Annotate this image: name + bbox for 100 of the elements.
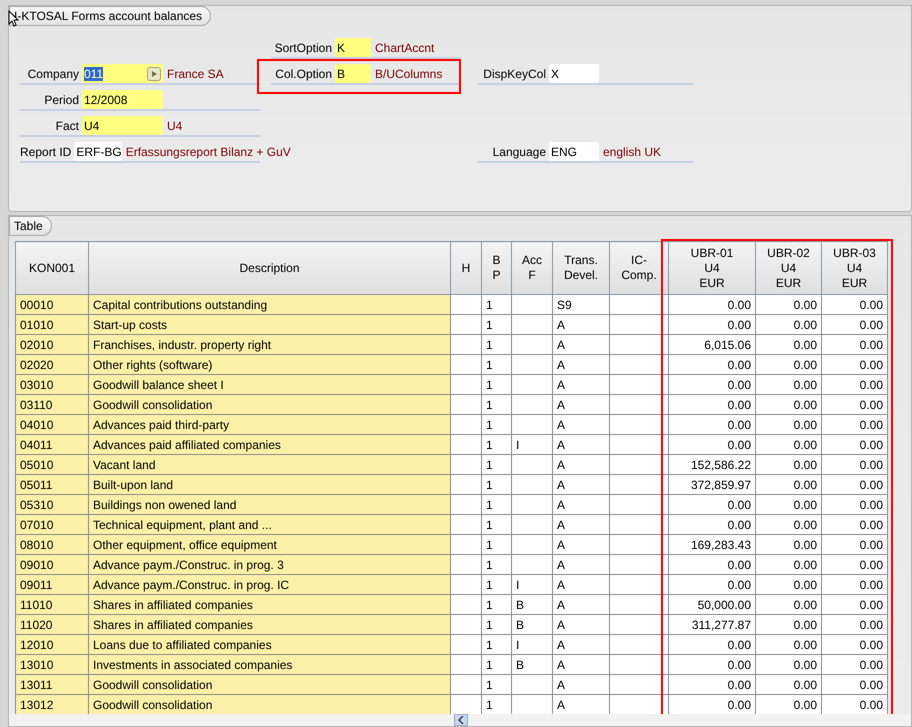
table-cell — [512, 314, 552, 334]
column-header[interactable]: IC- Comp. — [610, 242, 668, 294]
table-cell: 0.00 — [668, 374, 756, 394]
field-label: Language — [492, 145, 547, 161]
input-field[interactable]: ERF-BG — [74, 142, 122, 161]
table-cell — [512, 374, 552, 394]
table-cell — [610, 514, 668, 534]
input-field[interactable]: 12/2008 — [82, 90, 163, 109]
table-cell: A — [552, 614, 610, 634]
table-cell: Advances paid affiliated companies — [88, 434, 450, 454]
table-cell: 1 — [482, 394, 512, 414]
input-field[interactable]: ENG — [549, 142, 599, 161]
column-header[interactable]: KON001 — [16, 242, 88, 294]
table-tab[interactable]: Table — [9, 216, 52, 236]
column-header[interactable]: UBR-01 U4 EUR — [668, 242, 756, 294]
table-cell: Other equipment, office equipment — [88, 534, 450, 554]
table-cell: A — [552, 674, 610, 694]
field-description: U4 — [166, 119, 182, 135]
table-cell: 0.00 — [668, 494, 756, 514]
table-cell: 04010 — [16, 414, 88, 434]
table-cell: 1 — [482, 314, 512, 334]
table-cell: 1 — [482, 534, 512, 554]
table-cell — [610, 294, 668, 314]
table-cell: 0.00 — [822, 354, 888, 374]
table-cell: 1 — [482, 674, 512, 694]
table-cell — [450, 314, 482, 334]
table-cell: 0.00 — [822, 314, 888, 334]
table-cell — [512, 354, 552, 374]
table-cell — [450, 394, 482, 414]
table-cell — [610, 674, 668, 694]
table-cell: 0.00 — [756, 434, 822, 454]
column-header[interactable]: H — [450, 242, 482, 294]
table-cell: 0.00 — [668, 674, 756, 694]
table-cell — [512, 514, 552, 534]
table-cell: 0.00 — [756, 574, 822, 594]
table-cell: Shares in affiliated companies — [88, 614, 450, 634]
table-cell: Loans due to affiliated companies — [88, 634, 450, 654]
play-icon — [150, 70, 158, 78]
column-header[interactable]: B P — [482, 242, 512, 294]
table-cell: 1 — [482, 474, 512, 494]
input-field[interactable]: 011 — [82, 64, 163, 83]
table-cell — [450, 334, 482, 354]
table-cell: Other rights (software) — [88, 354, 450, 374]
column-header[interactable]: UBR-02 U4 EUR — [756, 242, 822, 294]
table-cell: 0.00 — [756, 614, 822, 634]
table-cell: 0.00 — [822, 694, 888, 714]
table-cell: B — [512, 594, 552, 614]
column-header[interactable]: Trans. Devel. — [552, 242, 610, 294]
table-cell: 372,859.97 — [668, 474, 756, 494]
input-field[interactable]: B — [335, 64, 371, 83]
table-cell: 0.00 — [756, 374, 822, 394]
scroll-left-icon[interactable] — [454, 714, 468, 726]
table-cell: 04011 — [16, 434, 88, 454]
table-cell: A — [552, 454, 610, 474]
input-field[interactable]: K — [335, 38, 371, 57]
table-cell — [512, 294, 552, 314]
table-cell — [512, 554, 552, 574]
table-cell: 0.00 — [668, 414, 756, 434]
table-cell — [450, 294, 482, 314]
table-cell — [512, 394, 552, 414]
table-cell — [610, 374, 668, 394]
column-header[interactable]: UBR-03 U4 EUR — [822, 242, 888, 294]
table-cell: 1 — [482, 614, 512, 634]
table-cell: A — [552, 594, 610, 614]
table-cell: 0.00 — [822, 334, 888, 354]
table-cell — [610, 574, 668, 594]
table-cell: 0.00 — [756, 354, 822, 374]
table-cell: 1 — [482, 634, 512, 654]
column-header[interactable]: Description — [88, 242, 450, 294]
table-cell: 05010 — [16, 454, 88, 474]
table-cell: 02010 — [16, 334, 88, 354]
table-cell: 0.00 — [822, 674, 888, 694]
lookup-button[interactable] — [147, 66, 161, 80]
column-header[interactable]: Acc F — [512, 242, 552, 294]
horizontal-scrollbar[interactable] — [9, 714, 911, 726]
table-cell: 09011 — [16, 574, 88, 594]
table-cell — [610, 614, 668, 634]
table-cell — [450, 374, 482, 394]
form-tab[interactable]: I-KTOSAL Forms account balances — [9, 6, 212, 26]
table-cell: 0.00 — [668, 554, 756, 574]
table-cell: Advances paid third-party — [88, 414, 450, 434]
table-cell: 169,283.43 — [668, 534, 756, 554]
table-cell — [610, 454, 668, 474]
table-cell: A — [552, 394, 610, 414]
table-cell: 0.00 — [822, 474, 888, 494]
table-cell: Advance paym./Construc. in prog. 3 — [88, 554, 450, 574]
input-field[interactable]: U4 — [82, 116, 163, 135]
table-cell: 0.00 — [822, 534, 888, 554]
table-cell: A — [552, 334, 610, 354]
table-cell: Investments in associated companies — [88, 654, 450, 674]
input-field[interactable]: X — [549, 64, 599, 83]
table-cell: 0.00 — [668, 634, 756, 654]
table-cell — [610, 474, 668, 494]
table-cell — [610, 654, 668, 674]
table-cell: Technical equipment, plant and ... — [88, 514, 450, 534]
table-cell: A — [552, 514, 610, 534]
table-cell: A — [552, 694, 610, 714]
table-cell: 0.00 — [822, 494, 888, 514]
table-cell — [512, 474, 552, 494]
table-cell: 1 — [482, 694, 512, 714]
